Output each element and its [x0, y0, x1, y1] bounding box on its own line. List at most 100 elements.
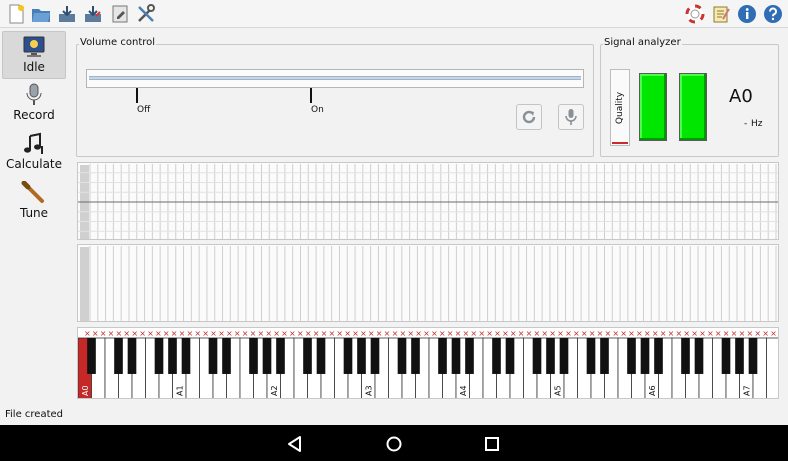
mode-idle[interactable]: Idle	[2, 31, 66, 79]
key-marker: ×	[715, 329, 722, 338]
black-key	[735, 338, 744, 374]
key-marker: ×	[470, 329, 477, 338]
key-marker: ×	[683, 329, 690, 338]
black-key	[208, 338, 218, 374]
black-key	[438, 338, 447, 374]
monitor-icon	[23, 36, 45, 57]
volume-slider[interactable]	[86, 69, 584, 88]
key-marker: ×	[92, 329, 99, 338]
black-key	[654, 338, 663, 374]
key-marker: ×	[510, 329, 517, 338]
key-marker: ×	[321, 329, 328, 338]
key-marker: ×	[360, 329, 367, 338]
key-marker: ×	[668, 329, 675, 338]
key-marker: ×	[218, 329, 225, 338]
black-key	[262, 338, 272, 374]
key-marker: ×	[478, 329, 485, 338]
volume-on-label: On	[311, 105, 324, 115]
piano-keyboard[interactable]: × × × × × × × × × × × × × × × × × × × × × × × × × × × × × × × × × × × × × × × ×…	[77, 327, 779, 399]
mode-tune[interactable]: Tune	[2, 178, 66, 226]
key-marker: ×	[194, 329, 201, 338]
black-key	[276, 338, 285, 374]
black-key	[681, 338, 690, 374]
octave-label: A3	[364, 385, 373, 396]
black-key	[721, 338, 731, 374]
key-marker: ×	[226, 329, 233, 338]
key-marker: ×	[541, 329, 548, 338]
black-key	[397, 338, 407, 374]
key-marker: ×	[210, 329, 217, 338]
black-key	[694, 338, 704, 374]
key-marker: ×	[139, 329, 146, 338]
edit-file-icon[interactable]	[109, 3, 131, 25]
black-key	[303, 338, 312, 374]
key-marker: ×	[589, 329, 596, 338]
mode-record[interactable]: Record	[2, 80, 66, 128]
black-key	[87, 338, 96, 374]
inharmonicity-graph	[77, 244, 779, 322]
key-marker: ×	[455, 329, 462, 338]
key-marker: ×	[297, 329, 304, 338]
key-marker: ×	[746, 329, 753, 338]
mode-label: Idle	[23, 60, 45, 74]
key-marker: ×	[336, 329, 343, 338]
key-marker: ×	[155, 329, 162, 338]
black-key	[343, 338, 353, 374]
help-lifebuoy-icon[interactable]	[684, 3, 706, 25]
mode-calculate[interactable]: Calculate	[2, 129, 66, 177]
key-marker: ×	[691, 329, 698, 338]
black-key	[546, 338, 555, 374]
new-file-icon[interactable]	[5, 3, 27, 25]
home-icon[interactable]	[383, 433, 405, 455]
key-marker: ×	[557, 329, 564, 338]
key-marker: ×	[762, 329, 769, 338]
tools-icon[interactable]	[135, 3, 157, 25]
key-marker: ×	[384, 329, 391, 338]
key-marker: ×	[352, 329, 359, 338]
inharmonicity-plot	[80, 246, 777, 321]
open-folder-icon[interactable]	[30, 3, 52, 25]
key-marker: ×	[675, 329, 682, 338]
mode-label: Calculate	[5, 157, 63, 171]
key-marker: ×	[526, 329, 533, 338]
microphone-button[interactable]	[558, 104, 584, 130]
reset-button[interactable]	[516, 104, 542, 130]
black-key	[181, 338, 191, 374]
key-marker: ×	[344, 329, 351, 338]
save-icon[interactable]	[56, 3, 78, 25]
key-marker: ×	[739, 329, 746, 338]
black-key	[114, 338, 123, 374]
app-window: Idle Record Calculate Tune Volume contro…	[0, 0, 788, 461]
recents-icon[interactable]	[481, 433, 503, 455]
key-marker: ×	[187, 329, 194, 338]
key-marker: ×	[723, 329, 730, 338]
black-key	[492, 338, 501, 374]
piano-keys[interactable]: × × × × × × × × × × × × × × × × × × × × × × × × × × × × × × × × × × × × × × × ×…	[78, 328, 779, 399]
key-marker: ×	[313, 329, 320, 338]
key-marker: ×	[392, 329, 399, 338]
black-key	[370, 338, 380, 374]
notes-icon[interactable]	[710, 3, 732, 25]
key-marker: ×	[565, 329, 572, 338]
mode-label: Record	[13, 108, 55, 122]
key-marker: ×	[171, 329, 178, 338]
key-marker: ×	[108, 329, 115, 338]
black-key	[600, 338, 609, 374]
info-icon[interactable]	[736, 3, 758, 25]
key-marker: ×	[644, 329, 651, 338]
key-marker: ×	[281, 329, 288, 338]
key-marker: ×	[250, 329, 257, 338]
octave-label: A0	[81, 385, 90, 396]
back-icon[interactable]	[284, 433, 306, 455]
key-marker: ×	[699, 329, 706, 338]
key-marker: ×	[636, 329, 643, 338]
key-marker: ×	[423, 329, 430, 338]
key-marker: ×	[731, 329, 738, 338]
volume-off-tick	[136, 88, 138, 103]
save-as-icon[interactable]	[82, 3, 104, 25]
key-marker: ×	[179, 329, 186, 338]
status-text: File created	[5, 409, 64, 420]
key-marker: ×	[486, 329, 493, 338]
key-marker: ×	[660, 329, 667, 338]
help-icon[interactable]	[762, 3, 784, 25]
